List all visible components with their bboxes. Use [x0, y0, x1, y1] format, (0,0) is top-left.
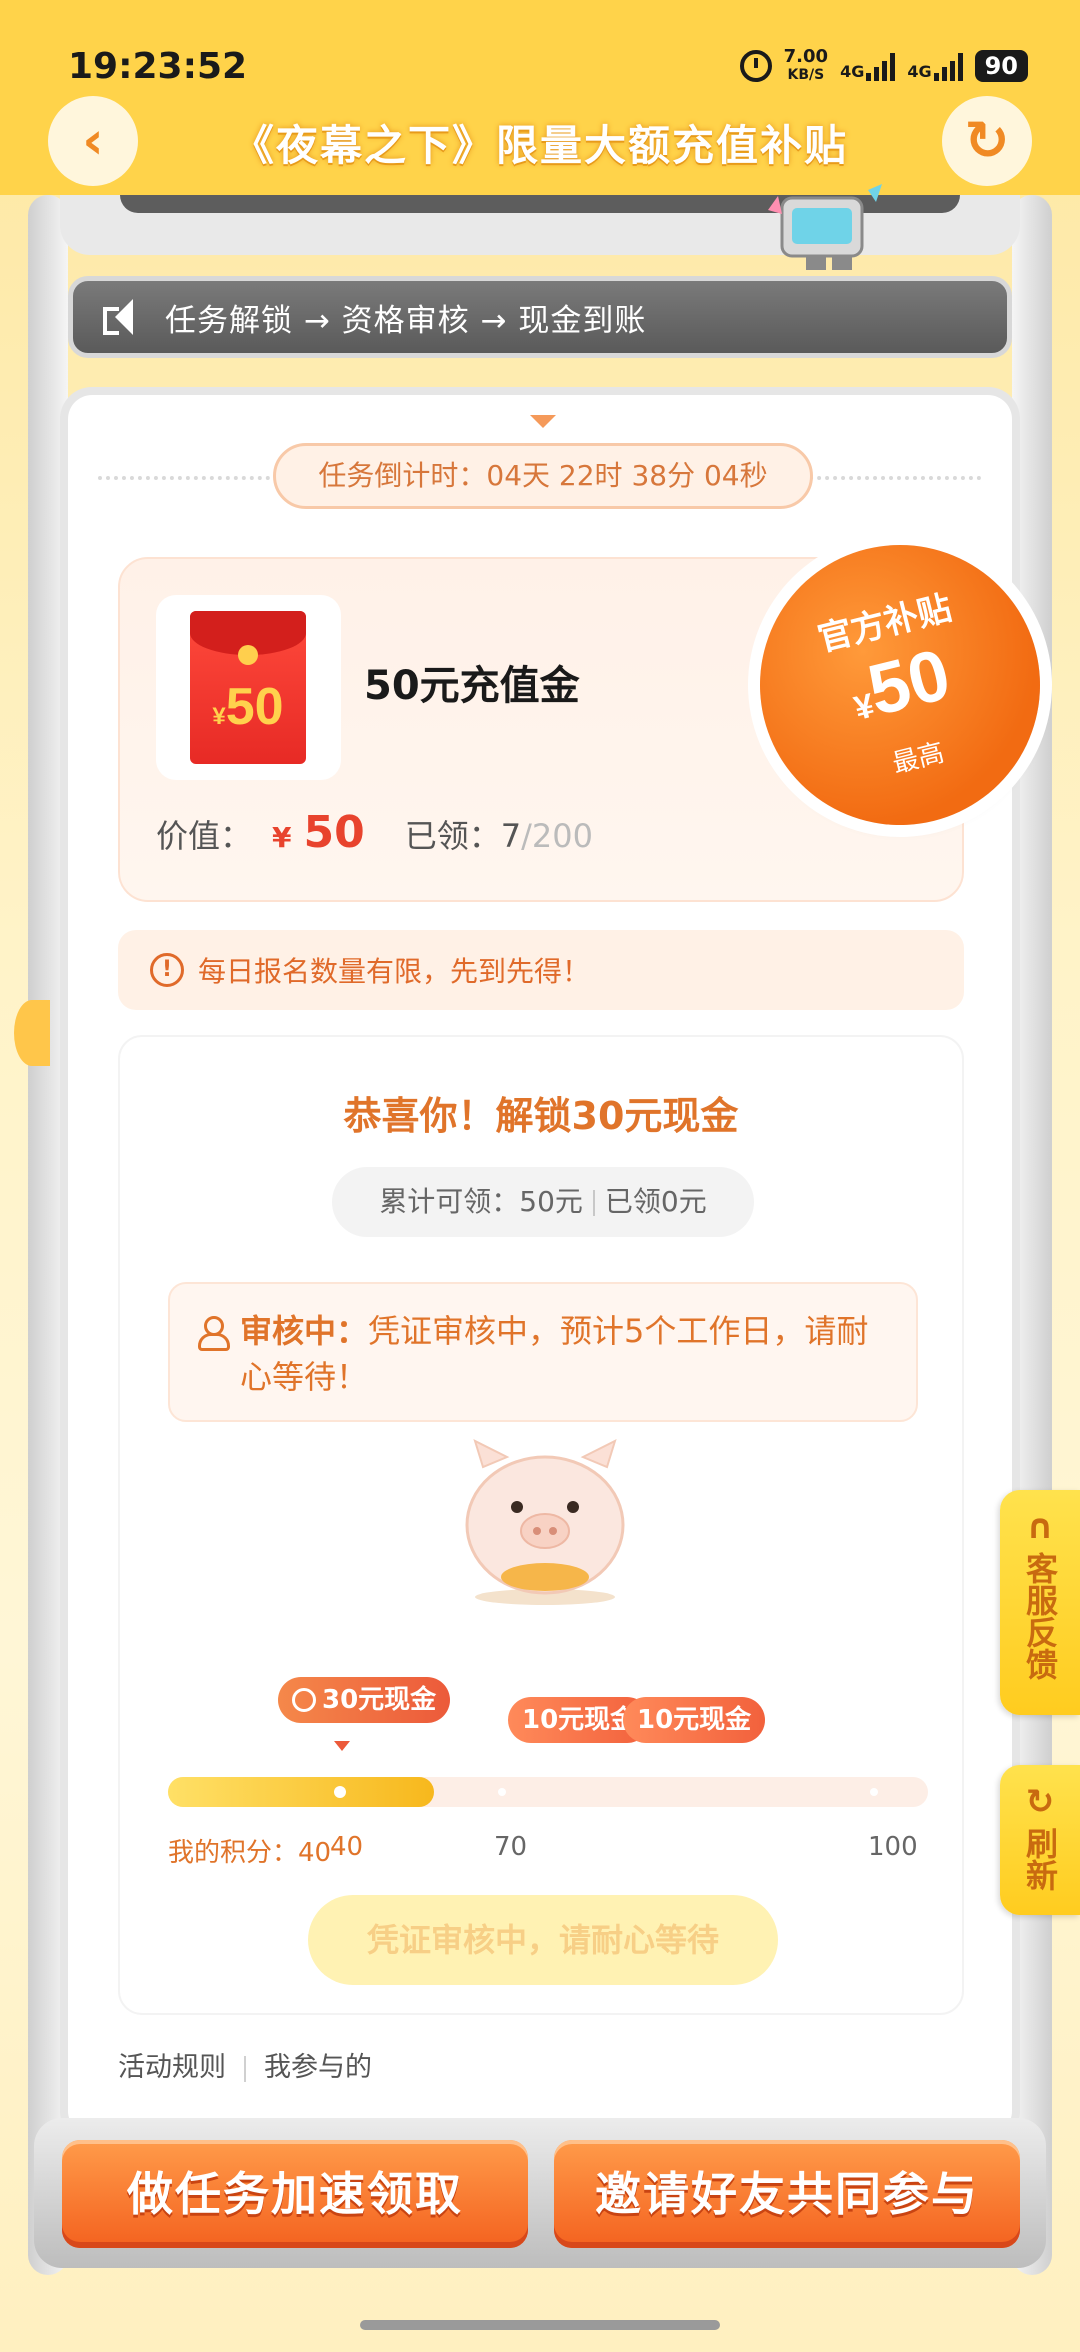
notice-text: 任务解锁 → 资格审核 → 现金到账 — [165, 302, 647, 339]
prize-value-row: 价值： ¥50 已领：7/200 — [156, 807, 593, 858]
progress-track — [168, 1777, 928, 1807]
value-amount: ¥50 — [272, 807, 365, 858]
milestone-progress: 30元现金 10元现金 10元现金 我的积分：40 40 70 100 — [168, 1677, 928, 1868]
signal-bars-icon — [933, 51, 963, 81]
task-countdown: 任务倒计时：04天 22时 38分 04秒 — [273, 443, 813, 509]
separator — [244, 2055, 246, 2082]
value-number: 50 — [303, 807, 365, 858]
envelope-value: 50 — [225, 678, 284, 736]
limit-tip: ! 每日报名数量有限，先到先得！ — [118, 930, 964, 1010]
badge-value: 50 — [860, 633, 958, 731]
user-icon — [196, 1316, 230, 1351]
frame-right — [1012, 195, 1052, 2275]
top-header: 19:23:52 7.00 KB/S 4G 4G 90 ‹ 《夜幕之下》限量大额… — [0, 0, 1080, 195]
milestone-dot — [498, 1788, 506, 1796]
milestone-tag: 30元现金 — [278, 1677, 451, 1723]
value-currency: ¥ — [272, 821, 292, 854]
countdown-row: 任务倒计时：04天 22时 38分 04秒 — [68, 443, 1012, 509]
piggy-bank-icon — [465, 1439, 625, 1605]
value-label: 价值： — [156, 817, 253, 855]
do-tasks-button[interactable]: 做任务加速领取 — [62, 2140, 528, 2248]
milestone-pointer — [334, 1741, 350, 1751]
red-envelope-icon: ¥50 — [190, 611, 306, 764]
scale-40: 40 — [330, 1832, 364, 1862]
speed-value: 7.00 — [783, 46, 829, 67]
footer-links: 活动规则 我参与的 — [118, 2045, 372, 2084]
signal-1: 4G — [840, 51, 896, 81]
refresh-label: 刷新 — [1021, 1827, 1059, 1891]
page-title: 《夜幕之下》限量大额充值补贴 — [231, 121, 848, 170]
frame-left — [28, 195, 68, 2275]
warning-icon: ! — [150, 953, 184, 987]
milestone-label: 30元现金 — [322, 1685, 437, 1715]
rules-link[interactable]: 活动规则 — [118, 2052, 226, 2083]
my-participation-link[interactable]: 我参与的 — [264, 2052, 372, 2083]
envelope-seal — [238, 645, 258, 665]
progress-fill — [168, 1777, 434, 1807]
claimed-total: /200 — [521, 817, 593, 855]
signal-2-label: 4G — [907, 62, 932, 81]
headset-icon: ∩ — [1026, 1507, 1054, 1547]
refresh-button[interactable]: ↻ — [942, 96, 1032, 186]
scale-100: 100 — [868, 1832, 918, 1862]
claimed-number: 7 — [500, 817, 522, 855]
user-icon — [292, 1688, 316, 1712]
review-status-box: 审核中：凭证审核中，预计5个工作日，请耐心等待！ — [168, 1282, 918, 1422]
review-label: 审核中： — [240, 1312, 369, 1350]
decor-bump — [14, 1000, 50, 1066]
robot-mascot-icon — [768, 184, 882, 270]
milestone-label: 10元现金 — [637, 1705, 752, 1735]
network-speed: 7.00 KB/S — [784, 48, 828, 84]
status-time: 19:23:52 — [68, 46, 248, 87]
cumulative-claimed: 已领0元 — [604, 1185, 707, 1218]
alarm-icon — [739, 50, 772, 82]
congrats-title: 恭喜你！解锁30元现金 — [343, 1094, 739, 1138]
service-label: 客服反馈 — [1021, 1552, 1059, 1680]
signal-1-label: 4G — [840, 62, 865, 81]
home-indicator[interactable] — [360, 2320, 720, 2330]
envelope-amount: ¥50 — [190, 677, 306, 737]
speaker-icon — [101, 297, 151, 337]
speed-unit: KB/S — [787, 67, 825, 83]
pointer-triangle — [530, 415, 556, 428]
milestone-dot — [870, 1788, 878, 1796]
envelope-currency: ¥ — [212, 703, 226, 730]
refresh-tab[interactable]: ↻ 刷新 — [1000, 1765, 1080, 1915]
customer-service-tab[interactable]: ∩ 客服反馈 — [1000, 1490, 1080, 1715]
scale-70: 70 — [494, 1832, 528, 1862]
separator — [592, 1190, 595, 1216]
invite-friends-button[interactable]: 邀请好友共同参与 — [554, 2140, 1020, 2248]
tip-text: 每日报名数量有限，先到先得！ — [198, 955, 591, 988]
bottom-action-bar: 做任务加速领取 邀请好友共同参与 — [34, 2118, 1046, 2268]
prize-name: 50元充值金 — [364, 663, 580, 709]
milestone-tag: 10元现金 — [623, 1697, 766, 1743]
task-card: 恭喜你！解锁30元现金 累计可领：50元 已领0元 审核中：凭证审核中，预计5个工… — [118, 1035, 964, 2015]
signal-2: 4G — [907, 51, 963, 81]
notice-bar: 任务解锁 → 资格审核 → 现金到账 — [68, 276, 1012, 358]
refresh-icon: ↻ — [964, 109, 1010, 172]
cumulative-available: 累计可领：50元 — [379, 1185, 583, 1218]
my-score-label: 我的积分：40 — [168, 1838, 332, 1868]
milestone-dot — [334, 1786, 346, 1798]
review-pending-button[interactable]: 凭证审核中，请耐心等待 — [308, 1895, 778, 1985]
signal-bars-icon — [866, 51, 896, 81]
cumulative-box: 累计可领：50元 已领0元 — [332, 1167, 754, 1237]
status-icons: 7.00 KB/S 4G 4G 90 — [739, 48, 1028, 84]
claimed-count: 已领：7/200 — [405, 811, 593, 857]
claimed-label: 已领： — [404, 817, 501, 855]
battery-level: 90 — [974, 50, 1028, 82]
prize-image: ¥50 — [156, 595, 341, 780]
milestone-label: 10元现金 — [522, 1705, 637, 1735]
refresh-icon: ↻ — [1025, 1782, 1055, 1822]
